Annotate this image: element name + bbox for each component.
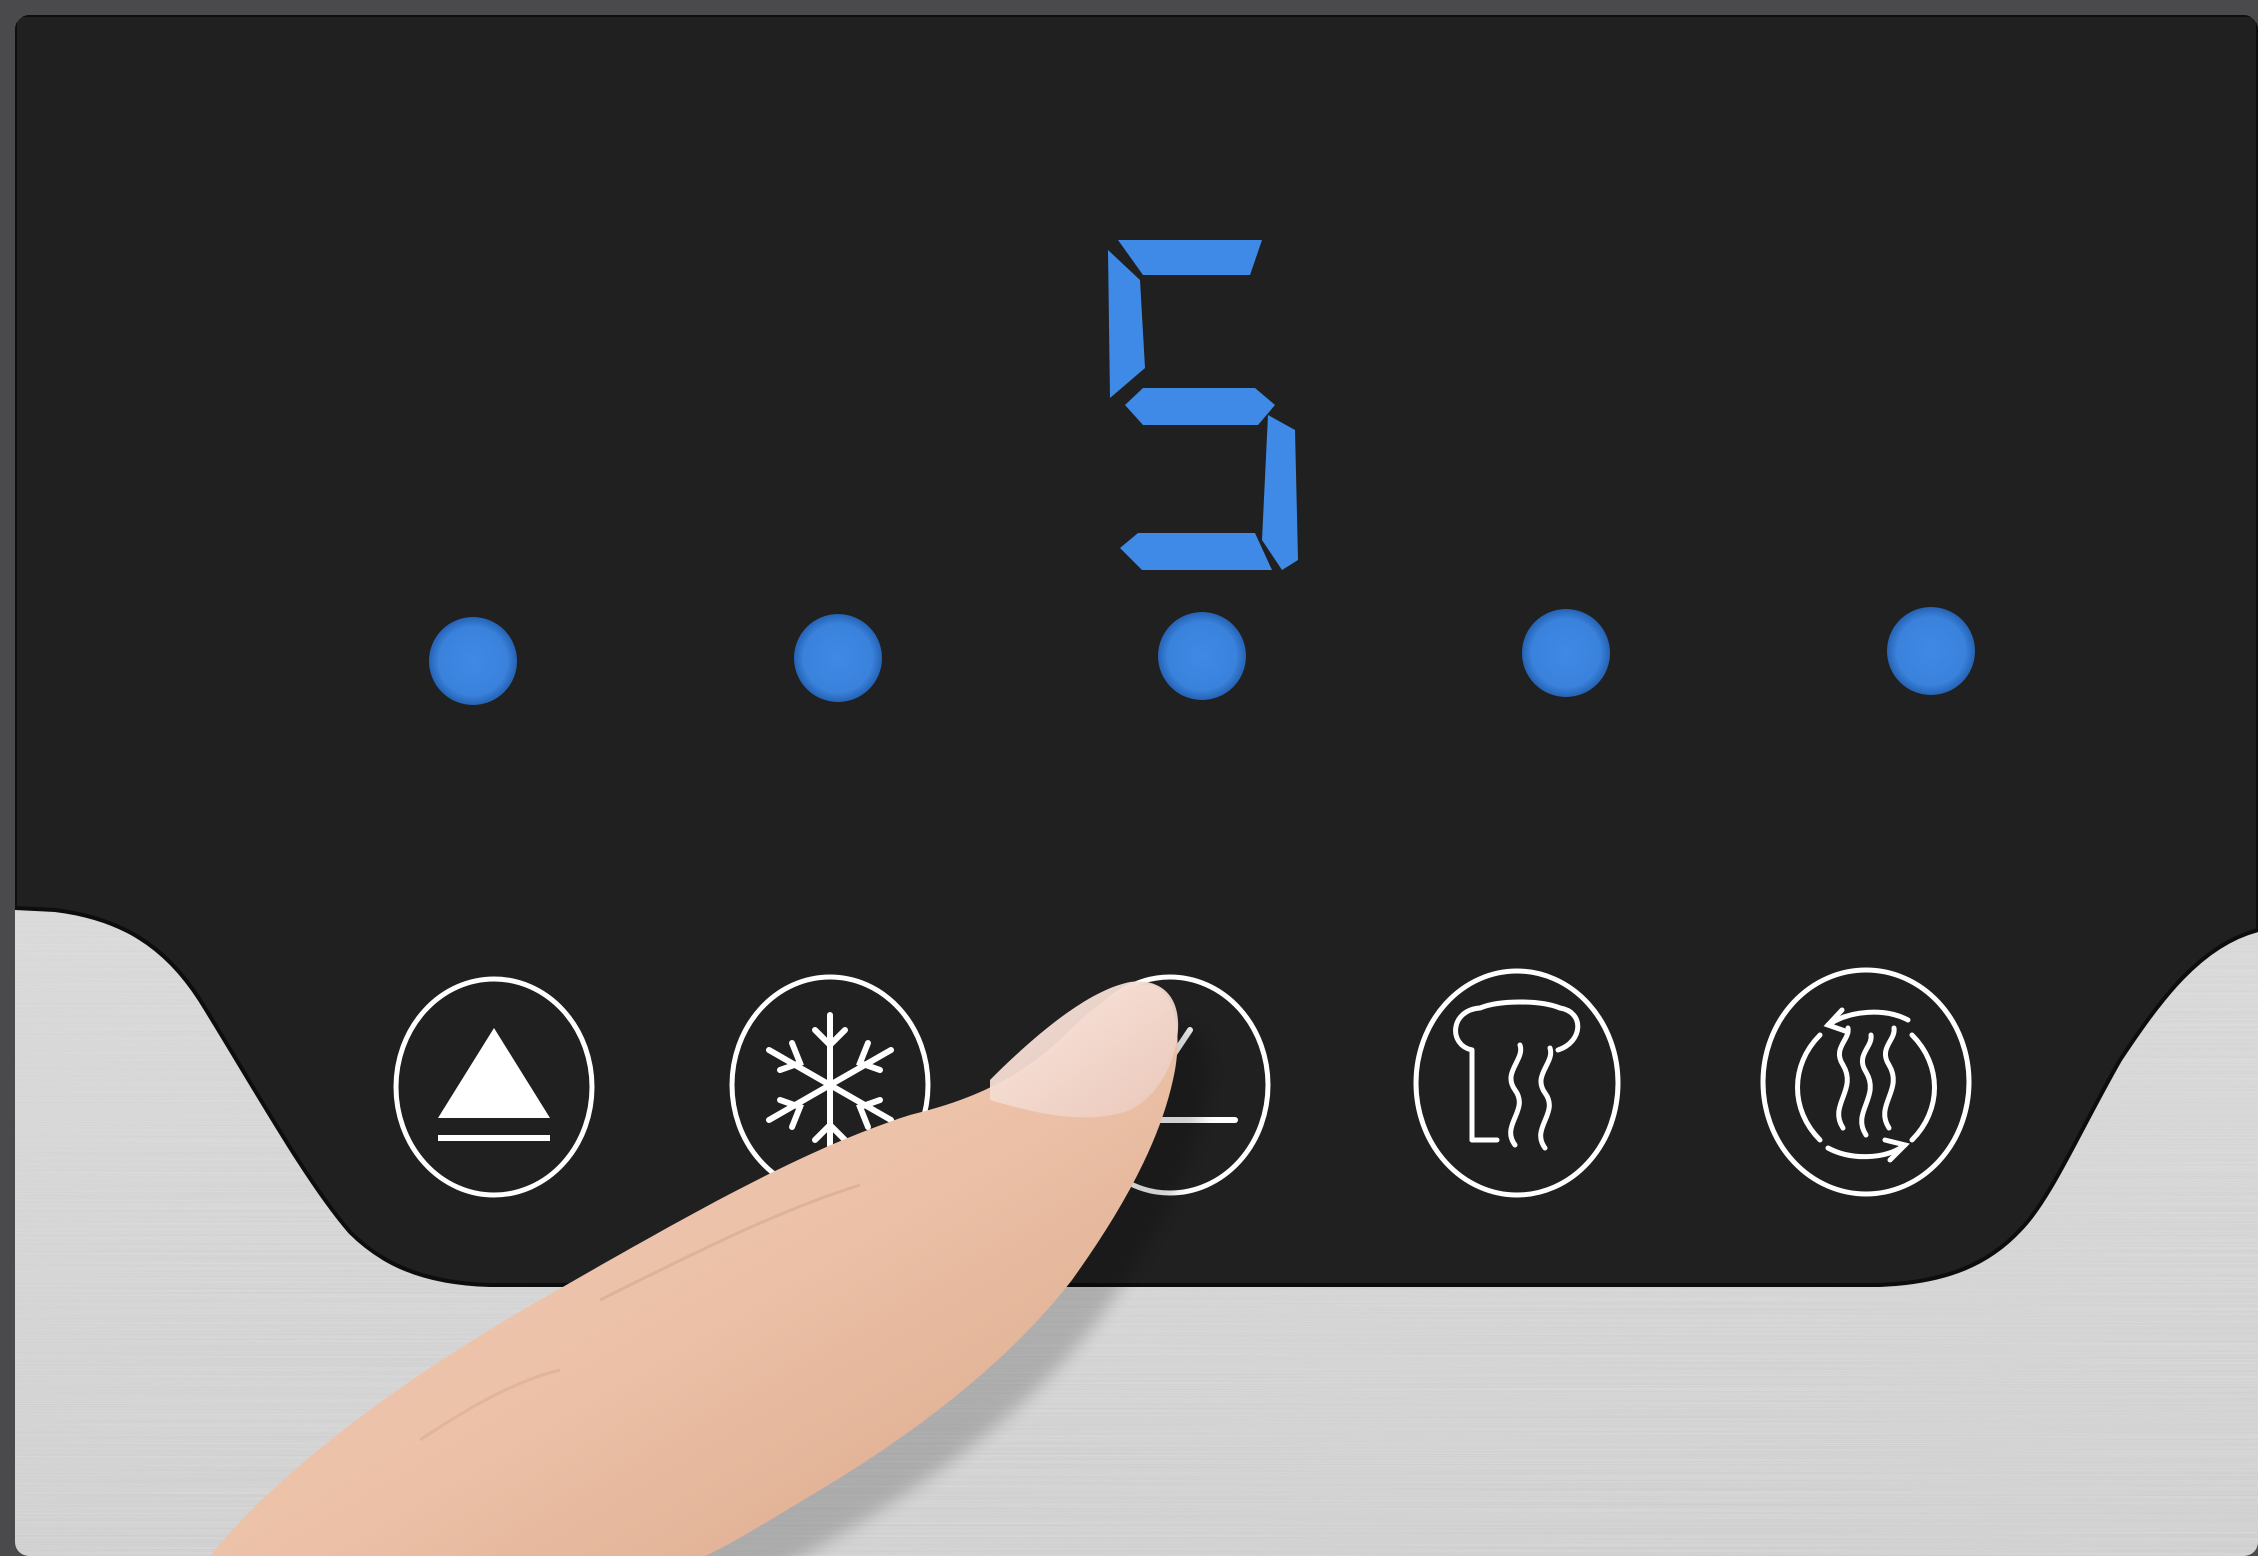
segment-lower-right bbox=[1262, 415, 1298, 570]
toaster-control-panel: 5 bbox=[0, 0, 2258, 1556]
panel-illustration bbox=[15, 15, 2258, 1556]
segment-bottom bbox=[1120, 533, 1272, 570]
indicator-light bbox=[1887, 607, 1975, 695]
segment-middle bbox=[1125, 388, 1275, 425]
indicator-light bbox=[1158, 612, 1246, 700]
segment-top bbox=[1118, 240, 1262, 275]
indicator-light bbox=[429, 617, 517, 705]
indicator-light bbox=[1522, 609, 1610, 697]
indicator-light bbox=[794, 614, 882, 702]
